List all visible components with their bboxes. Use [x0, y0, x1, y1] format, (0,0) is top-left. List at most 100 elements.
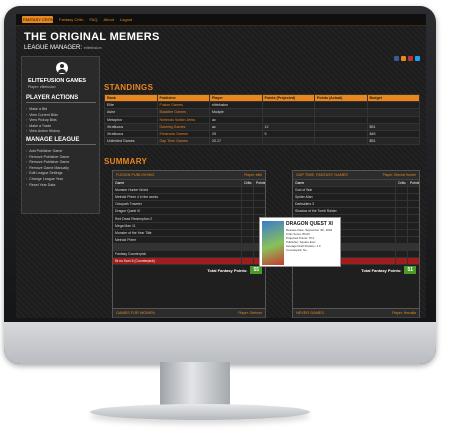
game-row[interactable]: Mega Man 11: [113, 222, 265, 230]
cell: $51: [366, 137, 420, 146]
col-header: Publisher: [156, 93, 210, 103]
fantasy-points: [407, 257, 419, 266]
card-title[interactable]: GAP TIME, FANTASY GAMES: [296, 173, 348, 177]
table-row[interactable]: Unlimited Games Gap Time Games 20.17 $51: [104, 137, 420, 146]
cell: [314, 129, 368, 139]
rss-icon[interactable]: [401, 56, 406, 61]
game-name: Ni no Kuni II (Counterpick): [113, 257, 242, 266]
table-row[interactable]: Elite Fusion Games elitefusion: [104, 101, 420, 110]
critic-score: [395, 214, 408, 223]
game-name: Fantasy Counterpick: [113, 250, 242, 259]
total-score: 51: [404, 266, 416, 275]
critic-score: [241, 229, 254, 237]
col-header: Game: [113, 180, 242, 188]
fantasy-points: [253, 186, 265, 195]
cell: [314, 101, 368, 110]
cell: Unlimited Games: [104, 137, 158, 146]
top-nav: FANTASY CRITIC Fantasy Critic FAQ About …: [16, 14, 426, 26]
game-row[interactable]: God of War: [293, 186, 419, 195]
critic-score: [241, 186, 254, 195]
game-row[interactable]: Metroid Prime: [113, 236, 265, 244]
game-row[interactable]: Darksiders 3: [293, 200, 419, 209]
card-title[interactable]: FUSION PUBLISHING: [116, 173, 154, 177]
fantasy-points: [253, 193, 265, 202]
cell-publisher[interactable]: Blackfire Games: [156, 108, 210, 117]
manage-item[interactable]: Remove Publisher Game: [26, 160, 69, 166]
action-view-pickups[interactable]: View Pickup Bids: [26, 118, 60, 124]
cell: 12: [261, 122, 315, 131]
game-row[interactable]: [113, 243, 265, 251]
table-row[interactable]: Xtrafluous Dashing Games ac 12 $51: [104, 122, 420, 131]
manage-item[interactable]: Reset Year Data: [26, 183, 69, 189]
cell-publisher[interactable]: Nintendo Switch Jerks: [156, 115, 210, 124]
twitter-icon[interactable]: [415, 56, 420, 61]
game-row[interactable]: Spider-Man: [293, 193, 419, 202]
nav-link-about[interactable]: About: [103, 17, 113, 22]
cell: [314, 122, 368, 131]
publisher-card-left: FUSION PUBLISHING Player: elite Game Crit…: [112, 170, 266, 313]
critic-score: [241, 200, 254, 209]
nav-link-home[interactable]: Fantasy Critic: [59, 17, 83, 22]
card-title[interactable]: GAMES FOR WOMEN: [116, 311, 155, 315]
cell: 20.17: [209, 137, 263, 146]
game-row[interactable]: Fantasy Counterpick: [113, 250, 265, 259]
cell-publisher[interactable]: Dashing Games: [156, 122, 210, 131]
nav-link-logout[interactable]: Logout: [120, 17, 132, 22]
league-manager-label: LEAGUE MANAGER:: [24, 45, 83, 51]
game-row[interactable]: Monster Hunter World: [113, 186, 265, 195]
col-header: Points (Projected): [261, 93, 315, 103]
card-title[interactable]: NEVER GAMES: [296, 311, 324, 315]
cell-publisher[interactable]: Electronic Games: [156, 129, 210, 139]
cell-publisher[interactable]: Fusion Games: [156, 101, 210, 110]
game-row[interactable]: Octopath Traveler: [113, 200, 265, 209]
card-header: GAMES FOR WOMEN Player: Gehmer: [113, 309, 265, 318]
game-row[interactable]: Ni no Kuni II (Counterpick): [113, 257, 265, 266]
game-name: Shadow of the Tomb Raider: [293, 207, 396, 216]
cell: Ashe: [104, 108, 158, 117]
critic-score: [241, 243, 254, 251]
cell: [366, 115, 420, 124]
fantasy-points: [407, 200, 419, 209]
critic-score: [241, 222, 254, 230]
cell-publisher[interactable]: Gap Time Games: [156, 137, 210, 146]
player-publisher-name: ELITEFUSION GAMES: [28, 78, 87, 84]
table-row[interactable]: Metaphor Nintendo Switch Jerks ac: [104, 115, 420, 124]
col-header: Rank: [104, 93, 158, 103]
critic-score: [395, 200, 408, 209]
game-row[interactable]: Shadow of the Tomb Raider: [293, 207, 419, 216]
table-row[interactable]: Xtrafluous Electronic Games 25 5 $45: [104, 129, 420, 139]
critic-score: [395, 222, 408, 230]
fantasy-points: [407, 229, 419, 237]
col-header: Points (Actual): [314, 93, 368, 103]
cell: $45: [366, 129, 420, 139]
cell: Metaphor: [104, 115, 158, 124]
player-name: Player: elitefusion: [28, 85, 56, 89]
cell: Mudpie: [209, 108, 263, 117]
manage-item[interactable]: Change League Year: [26, 177, 69, 183]
screen: FANTASY CRITIC Fantasy Critic FAQ About …: [16, 14, 426, 318]
nav-link-faq[interactable]: FAQ: [89, 17, 97, 22]
game-row[interactable]: Monster of the Year Title: [113, 229, 265, 237]
cell: Xtrafluous: [104, 129, 158, 139]
site-logo[interactable]: FANTASY CRITIC: [22, 16, 53, 23]
table-row[interactable]: Ashe Blackfire Games Mudpie: [104, 108, 420, 117]
action-history[interactable]: View Action History: [26, 129, 60, 135]
monitor-stand-base: [90, 404, 310, 420]
player-actions-menu: Make a Bid View Current Bids View Pickup…: [26, 107, 60, 135]
critic-score: [241, 193, 254, 202]
youtube-icon[interactable]: [408, 56, 413, 61]
user-avatar-icon: [56, 62, 68, 74]
critic-score: [395, 257, 408, 266]
league-manager: LEAGUE MANAGER: elitefusion: [24, 45, 102, 51]
cell: [261, 137, 315, 146]
standings-heading: STANDINGS: [104, 83, 154, 92]
game-row[interactable]: Metroid Prime 4 in the works: [113, 193, 265, 202]
game-row[interactable]: Dragon Quest XI: [113, 207, 265, 216]
fantasy-points: [407, 250, 419, 259]
col-header: Player: [209, 93, 263, 103]
facebook-icon[interactable]: [394, 56, 399, 61]
card-player: Player: Eternal Hunter: [382, 173, 416, 177]
player-card: ELITEFUSION GAMES Player: elitefusion: [28, 60, 95, 90]
game-row[interactable]: Red Dead Redemption 2: [113, 214, 265, 223]
critic-score: [395, 243, 408, 251]
